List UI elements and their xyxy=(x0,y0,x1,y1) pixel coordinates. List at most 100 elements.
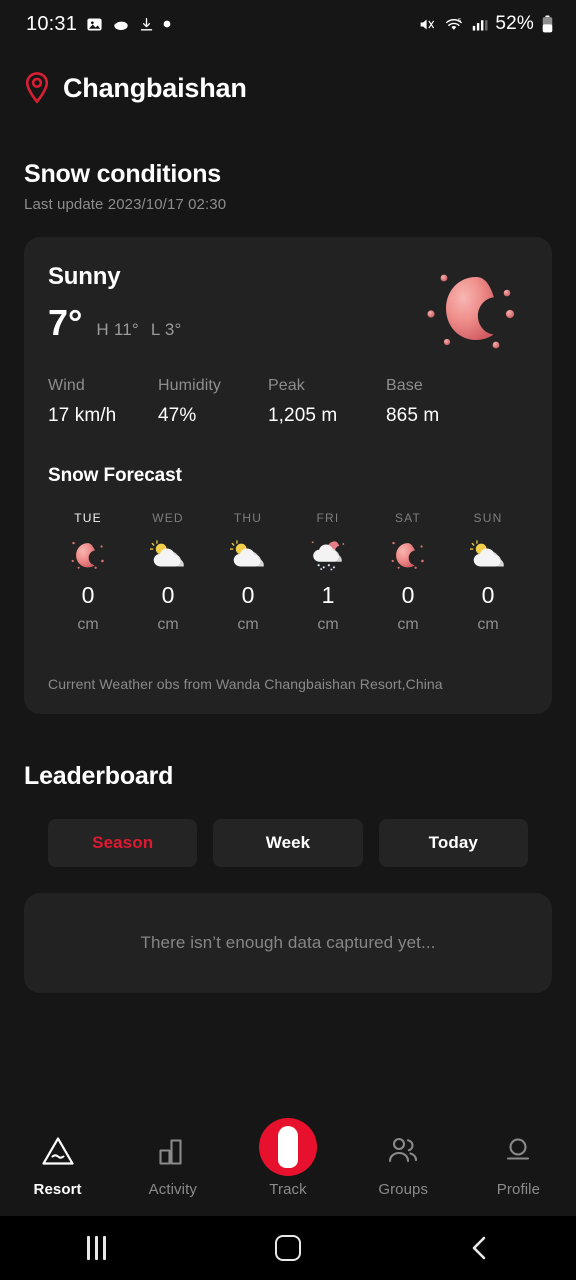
tab-label: Resort xyxy=(33,1181,82,1198)
home-button[interactable] xyxy=(192,1235,384,1261)
last-update-label: Last update 2023/10/17 02:30 xyxy=(24,196,227,213)
forecast-snow-unit: cm xyxy=(157,616,179,633)
tab-resort[interactable]: Resort xyxy=(0,1130,115,1198)
leaderboard-empty-state: There isn’t enough data captured yet... xyxy=(24,893,552,993)
back-icon xyxy=(472,1236,486,1260)
forecast-snow-unit: cm xyxy=(317,616,339,633)
tab-today[interactable]: Today xyxy=(378,819,528,867)
people-icon xyxy=(385,1130,421,1172)
image-icon xyxy=(87,17,102,31)
high-low-temperature: H 11° L 3° xyxy=(96,320,193,340)
track-record-inner xyxy=(278,1126,298,1168)
crescent-moon-icon xyxy=(427,274,515,349)
dot-icon xyxy=(163,20,171,28)
tab-label: Groups xyxy=(378,1181,429,1198)
recents-button[interactable] xyxy=(0,1236,192,1260)
low-temperature: L 3° xyxy=(150,320,182,339)
sun-behind-cloud-icon xyxy=(469,540,504,567)
forecast-snow-value: 0 xyxy=(81,582,95,608)
battery-icon xyxy=(542,15,553,33)
main-content: Snow conditions Last update 2023/10/17 0… xyxy=(0,108,576,1120)
forecast-day-label: THU xyxy=(233,511,263,525)
forecast-snow-value: 0 xyxy=(401,582,415,608)
forecast-snow-unit: cm xyxy=(397,616,419,633)
forecast-snow-unit: cm xyxy=(237,616,259,633)
forecast-day-label: FRI xyxy=(316,511,340,525)
location-name: Changbaishan xyxy=(63,72,247,103)
forecast-snow-unit: cm xyxy=(77,616,99,633)
track-record-icon xyxy=(259,1118,317,1176)
forecast-day-label: WED xyxy=(152,511,184,525)
sun-behind-cloud-icon xyxy=(229,540,264,567)
forecast-day-label: TUE xyxy=(74,511,102,525)
snow-forecast-row: TUE 0 cm WED 0 cm THU 0 cm FRI 1 cm SAT … xyxy=(48,511,528,634)
metric-value: 47% xyxy=(158,405,197,426)
weather-source-note: Current Weather obs from Wanda Changbais… xyxy=(48,676,443,692)
metric-base: Base 865 m xyxy=(386,377,496,427)
forecast-day-tue[interactable]: TUE 0 cm xyxy=(48,511,128,634)
leaderboard-title: Leaderboard xyxy=(24,762,174,790)
weather-card: Sunny 7° H 11° L 3° Wind 17 km/h Humidit… xyxy=(24,237,552,714)
forecast-day-wed[interactable]: WED 0 cm xyxy=(128,511,208,634)
forecast-snow-value: 0 xyxy=(241,582,255,608)
tab-label: Activity xyxy=(148,1181,197,1198)
tab-label: Track xyxy=(269,1181,307,1198)
android-navigation-bar xyxy=(0,1216,576,1280)
svg-text:6: 6 xyxy=(458,17,461,23)
cellular-signal-icon xyxy=(473,19,488,31)
tab-activity[interactable]: Activity xyxy=(115,1130,230,1198)
metric-label: Humidity xyxy=(158,377,222,394)
crescent-moon-icon xyxy=(71,541,104,569)
track-record-badge xyxy=(259,1118,317,1176)
metric-label: Peak xyxy=(268,377,305,394)
metric-value: 865 m xyxy=(386,405,440,426)
sun-behind-cloud-icon xyxy=(149,540,184,567)
tab-track[interactable]: Track xyxy=(230,1118,345,1198)
home-icon xyxy=(275,1235,301,1261)
forecast-day-label: SUN xyxy=(473,511,503,525)
forecast-snow-value: 1 xyxy=(321,582,335,608)
download-icon xyxy=(140,17,153,30)
mute-icon xyxy=(420,19,435,29)
metric-peak: Peak 1,205 m xyxy=(268,377,386,427)
tab-profile[interactable]: Profile xyxy=(461,1130,576,1198)
leaderboard-empty-message: There isn’t enough data captured yet... xyxy=(140,933,436,952)
metric-value: 17 km/h xyxy=(48,405,117,426)
tab-label: Profile xyxy=(496,1181,541,1198)
wifi-6-icon: 6 xyxy=(446,17,463,30)
leaderboard-tabs: Season Week Today xyxy=(0,819,576,867)
current-temperature: 7° xyxy=(48,302,83,343)
metric-label: Base xyxy=(386,377,423,394)
crescent-moon-icon xyxy=(391,541,424,569)
location-pin-icon xyxy=(25,72,49,104)
tab-groups[interactable]: Groups xyxy=(346,1130,461,1198)
metric-wind: Wind 17 km/h xyxy=(48,377,158,427)
person-icon xyxy=(501,1130,535,1172)
forecast-snow-unit: cm xyxy=(477,616,499,633)
forecast-day-sun[interactable]: SUN 0 cm xyxy=(448,511,528,634)
forecast-day-fri[interactable]: FRI 1 cm xyxy=(288,511,368,634)
tab-season[interactable]: Season xyxy=(48,819,198,867)
location-header[interactable]: Changbaishan xyxy=(0,48,576,108)
mountain-icon xyxy=(39,1130,77,1172)
snow-conditions-title: Snow conditions xyxy=(24,160,221,188)
back-button[interactable] xyxy=(384,1234,576,1262)
battery-percent-label: 52% xyxy=(495,13,534,34)
status-bar-right: 6 52% xyxy=(417,13,554,35)
bar-chart-icon xyxy=(156,1130,190,1172)
forecast-day-label: SAT xyxy=(394,511,422,525)
metric-label: Wind xyxy=(48,377,85,394)
tab-week[interactable]: Week xyxy=(213,819,363,867)
high-temperature: H 11° xyxy=(96,320,139,339)
status-bar-left: 10:31 xyxy=(26,13,171,36)
disc-icon xyxy=(114,19,128,30)
bottom-tab-bar: Resort Activity Track Groups Profile xyxy=(0,1118,576,1216)
metric-value: 1,205 m xyxy=(268,405,338,426)
forecast-snow-value: 0 xyxy=(481,582,495,608)
forecast-day-thu[interactable]: THU 0 cm xyxy=(208,511,288,634)
app-root: 10:31 6 52% Changbaishan Snow conditions… xyxy=(0,0,576,1280)
status-bar-clock: 10:31 xyxy=(26,12,78,35)
forecast-snow-value: 0 xyxy=(161,582,175,608)
forecast-day-sat[interactable]: SAT 0 cm xyxy=(368,511,448,634)
weather-metrics: Wind 17 km/h Humidity 47% Peak 1,205 m B… xyxy=(48,377,528,427)
